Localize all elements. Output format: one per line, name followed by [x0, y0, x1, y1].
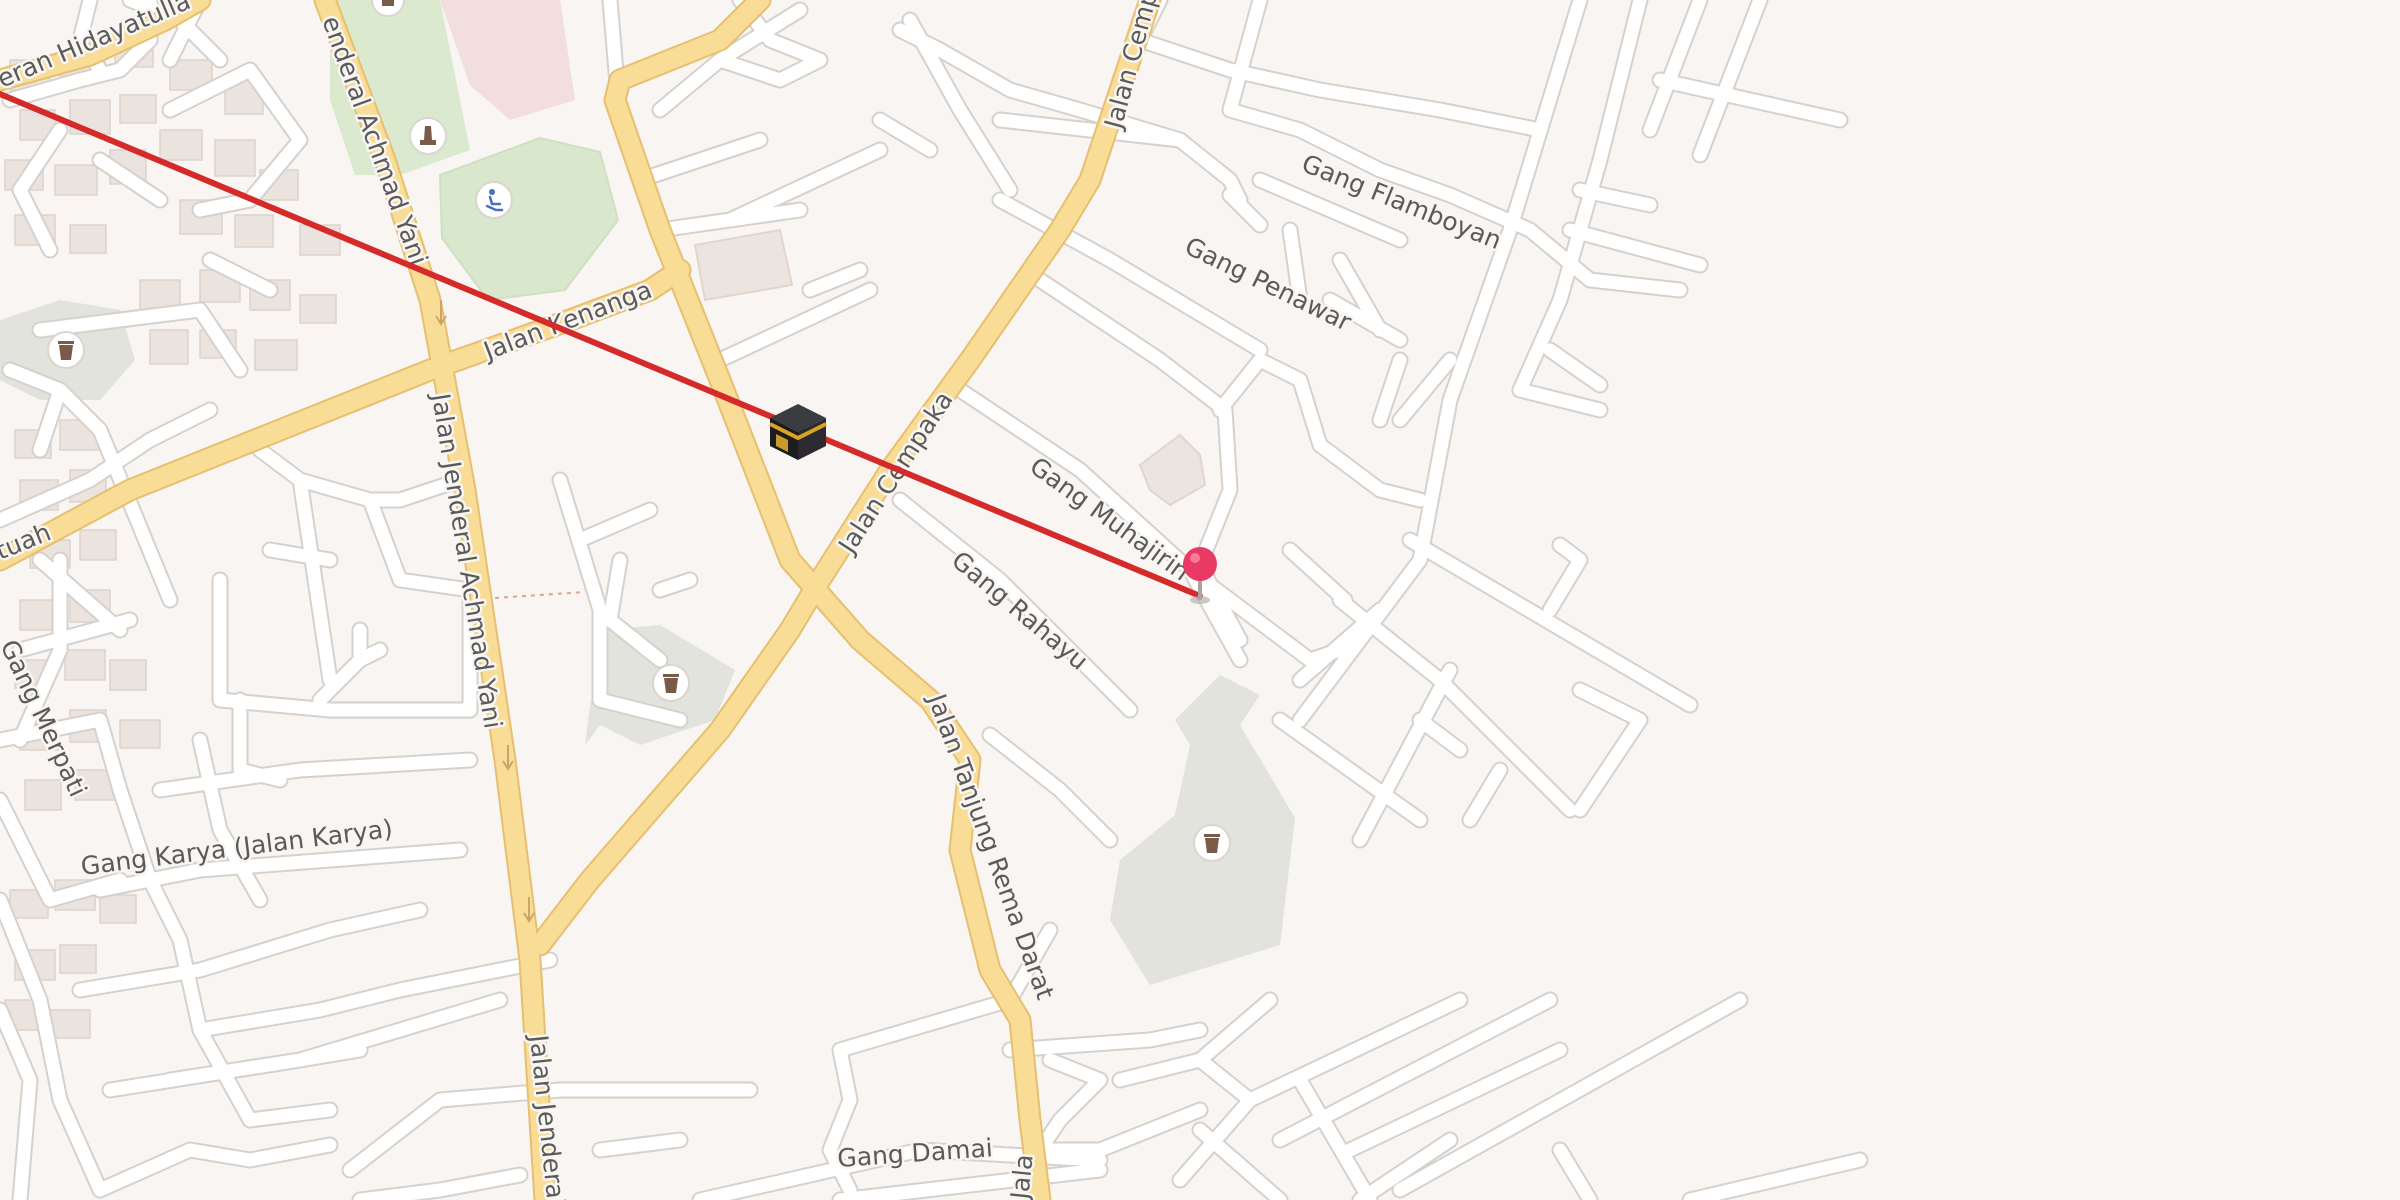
building-north — [693, 228, 794, 302]
label-jala-bottom: Jala — [1005, 1153, 1039, 1200]
monument-icon[interactable] — [409, 117, 447, 155]
cemetery-icon[interactable] — [47, 331, 85, 369]
label-gang-damai: Gang Damai — [836, 1133, 993, 1173]
sports-field — [438, 136, 620, 302]
building-east — [1138, 433, 1207, 507]
label-jalan-cempaka-top: Jalan Cemp — [1098, 0, 1163, 133]
kaaba-icon[interactable] — [769, 404, 827, 460]
map-canvas[interactable]: eran Hidayatulla enderal Achmad Yani Jal… — [0, 0, 2400, 1200]
cemetery-icon[interactable] — [1193, 824, 1231, 862]
sports-centre-icon[interactable] — [475, 181, 513, 219]
cemetery-icon[interactable] — [652, 664, 690, 702]
label-gang-rahayu: Gang Rahayu — [946, 545, 1094, 675]
footpath — [494, 591, 586, 599]
